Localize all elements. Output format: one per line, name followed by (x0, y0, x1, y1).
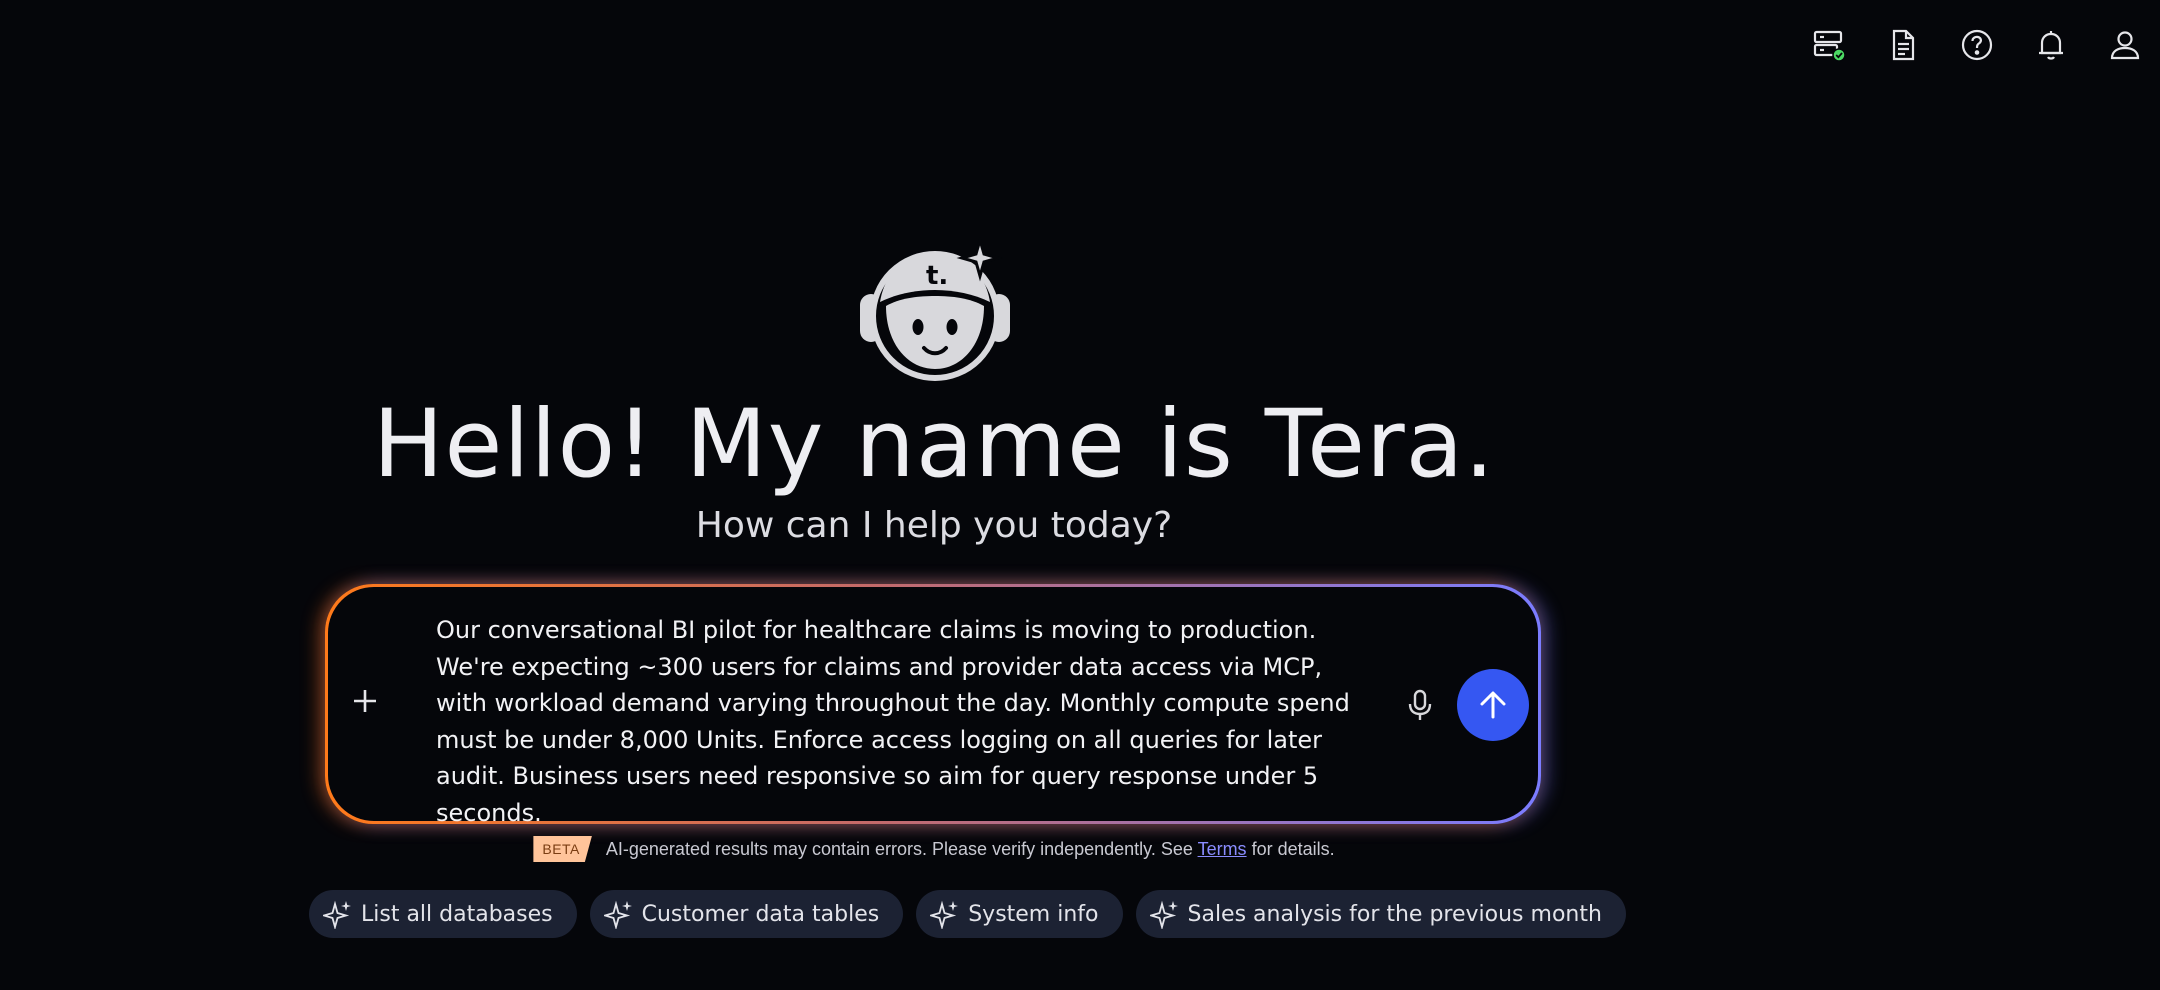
prompt-input[interactable]: Our conversational BI pilot for healthca… (436, 612, 1356, 831)
disclaimer: BETA AI-generated results may contain er… (0, 836, 1868, 862)
plus-icon (354, 690, 376, 712)
suggestion-chips: List all databases Customer data tables … (309, 890, 1626, 938)
profile-icon[interactable] (2108, 28, 2142, 62)
greeting-subtitle: How can I help you today? (695, 505, 1173, 546)
server-status-icon[interactable] (1812, 28, 1846, 62)
send-button[interactable] (1457, 669, 1529, 741)
top-toolbar (1812, 28, 2142, 62)
sparkle-icon (1149, 900, 1178, 929)
add-attachment-button[interactable] (350, 686, 380, 716)
help-icon[interactable] (1960, 28, 1994, 62)
avatar-letter: t. (926, 261, 948, 291)
suggestion-label: Sales analysis for the previous month (1187, 901, 1602, 927)
terms-link[interactable]: Terms (1198, 839, 1247, 859)
suggestion-label: List all databases (361, 901, 553, 927)
sparkle-icon (323, 900, 351, 929)
notifications-icon[interactable] (2034, 28, 2068, 62)
tera-avatar-icon: t. (856, 234, 1014, 384)
disclaimer-text: AI-generated results may contain errors.… (605, 838, 1193, 859)
disclaimer-text-end: for details. (1251, 838, 1335, 859)
microphone-icon (1408, 689, 1432, 720)
suggestion-label: System info (968, 901, 1099, 927)
document-icon[interactable] (1886, 28, 1920, 62)
beta-badge: BETA (533, 836, 592, 862)
suggestion-chip[interactable]: Customer data tables (589, 890, 904, 938)
suggestion-chip[interactable]: Sales analysis for the previous month (1135, 890, 1626, 938)
greeting-title: Hello! My name is Tera. (372, 390, 1496, 499)
arrow-up-icon (1480, 691, 1506, 719)
sparkle-icon (930, 900, 959, 929)
suggestion-chip[interactable]: System info (916, 890, 1123, 938)
suggestion-chip[interactable]: List all databases (309, 890, 577, 938)
sparkle-icon (603, 900, 632, 929)
microphone-button[interactable] (1404, 688, 1436, 722)
suggestion-label: Customer data tables (641, 901, 880, 927)
